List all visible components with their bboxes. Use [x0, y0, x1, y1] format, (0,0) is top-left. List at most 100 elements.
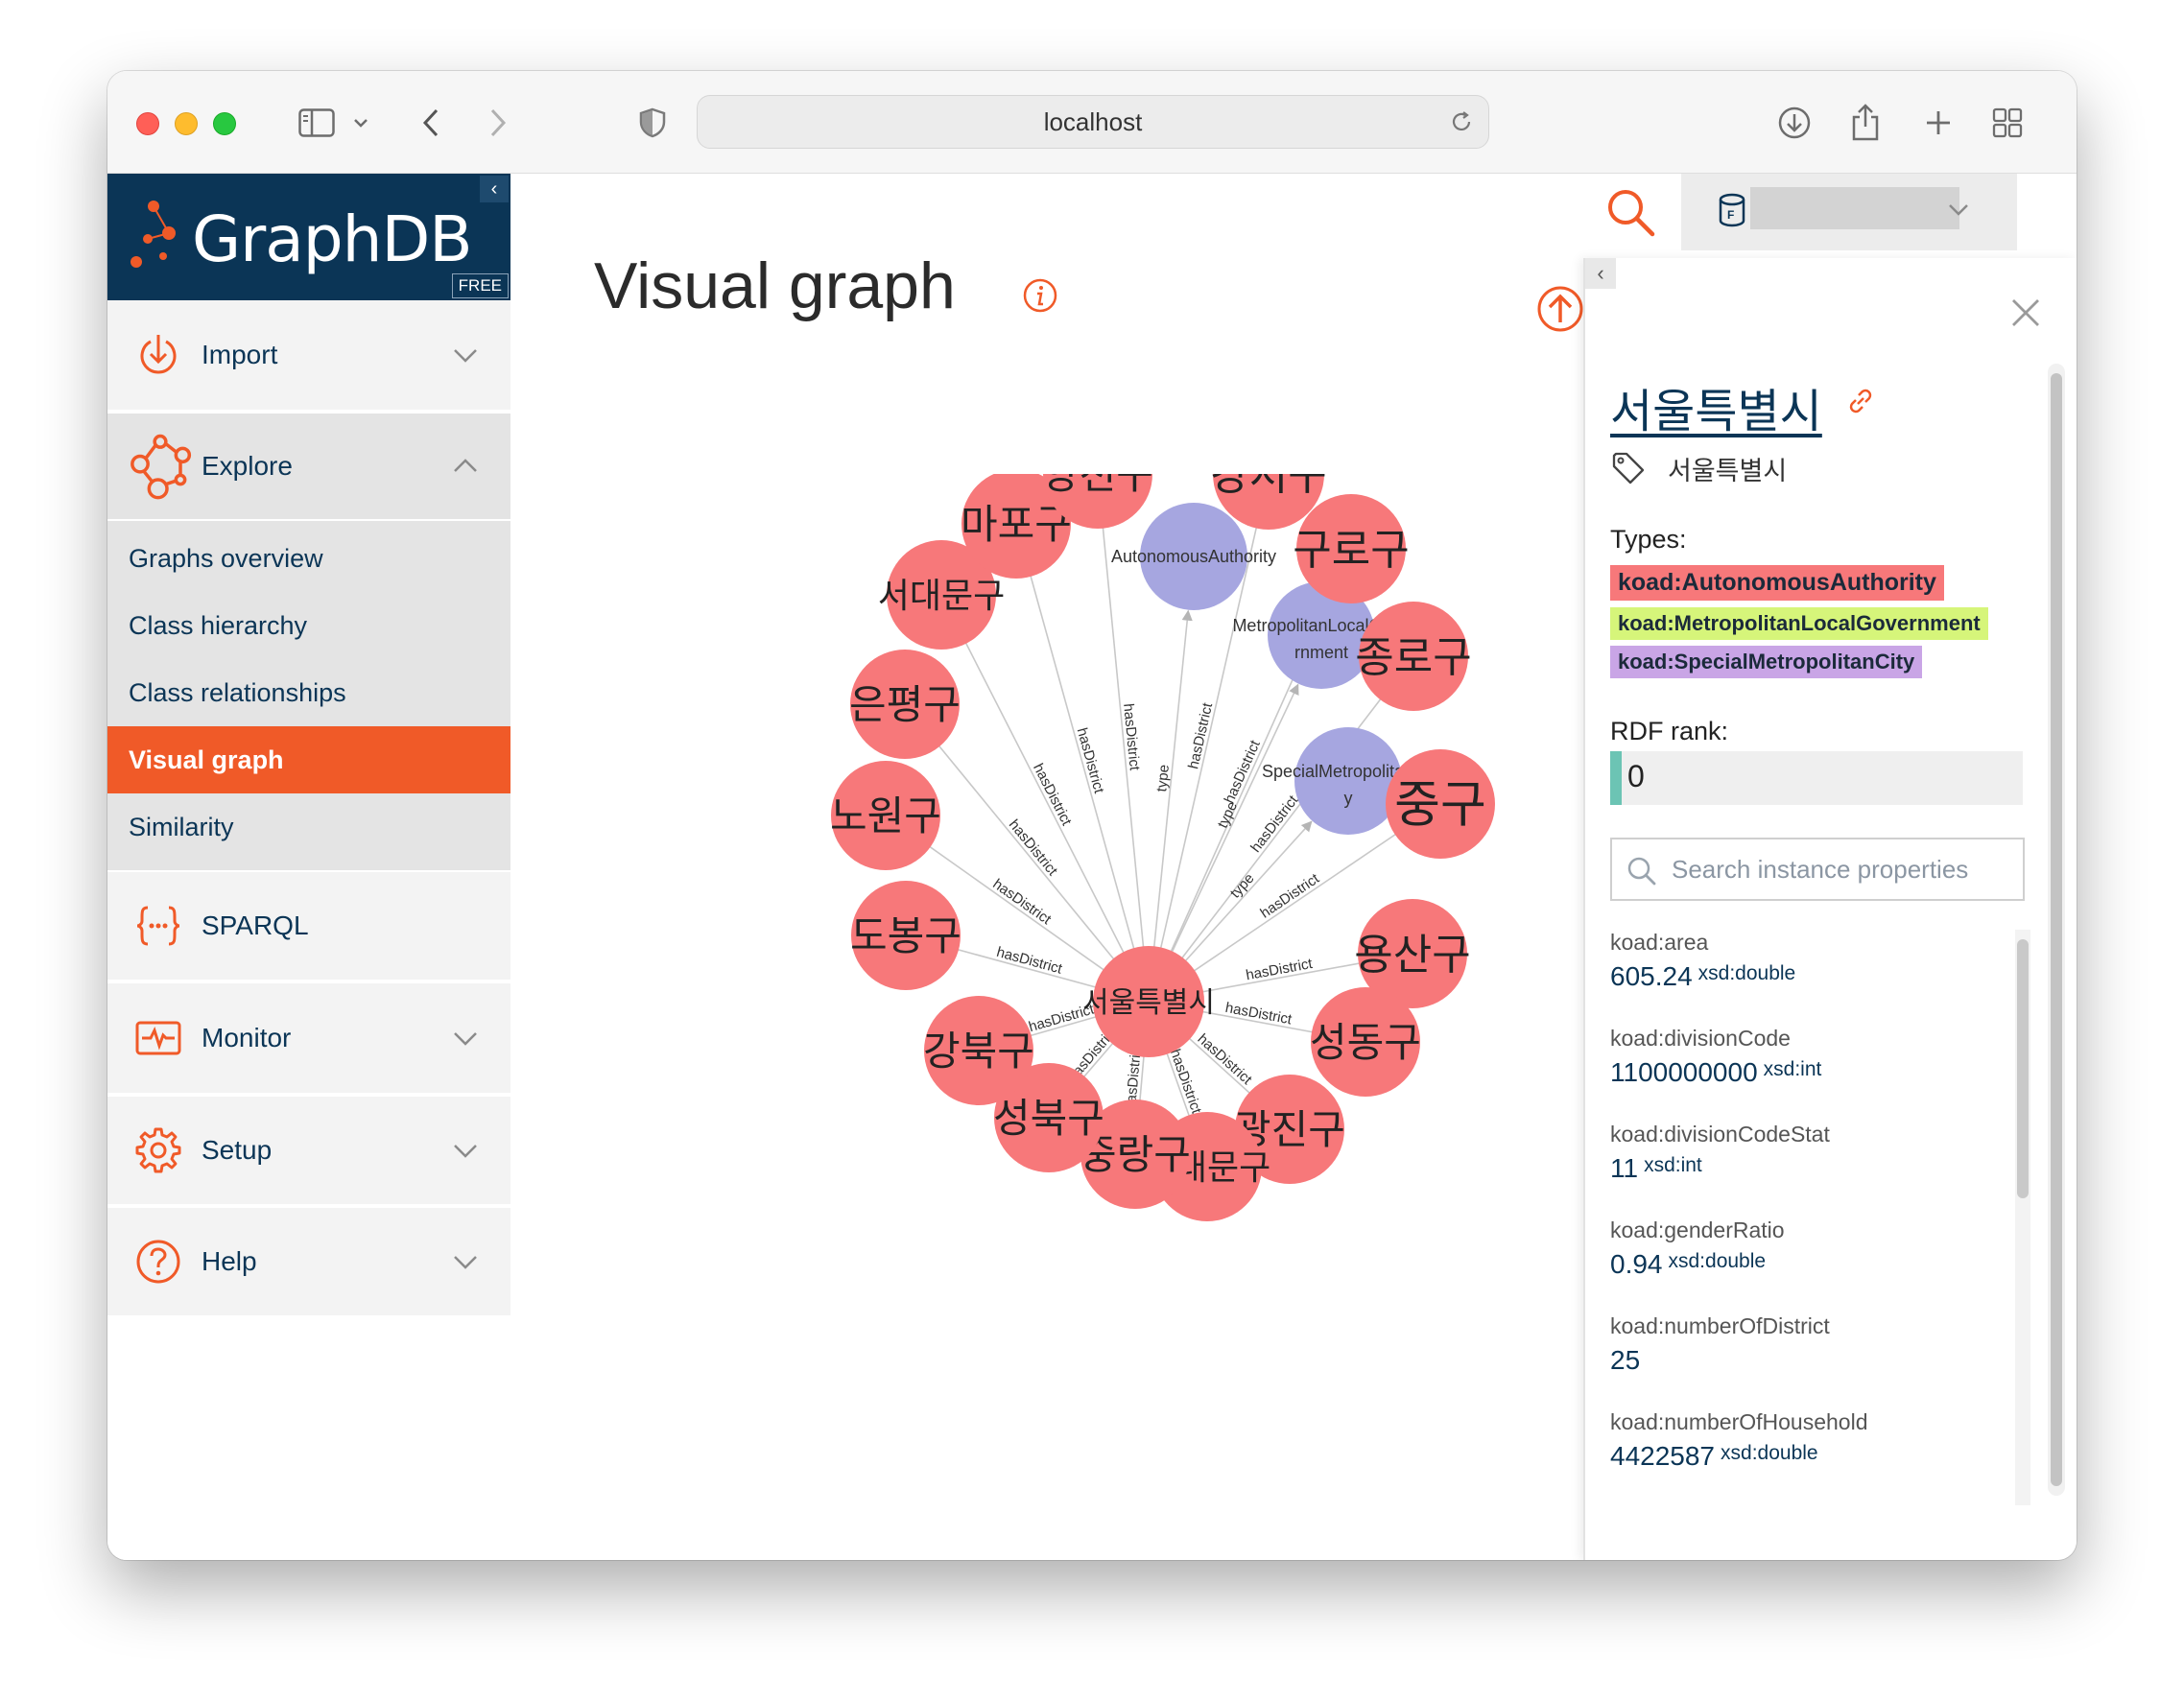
search-instance-properties-input[interactable]: Search instance properties: [1610, 838, 2025, 901]
node-label: 서울특별시: [1668, 457, 1788, 485]
search-placeholder: Search instance properties: [1672, 855, 1969, 884]
district-node[interactable]: 중구: [1386, 749, 1495, 859]
district-node-label: 구로구: [1293, 526, 1409, 575]
edge-label: hasDistrict: [1224, 1000, 1294, 1028]
visual-graph-canvas[interactable]: hasDistricthasDistricthasDistricthasDist…: [616, 474, 1633, 1443]
district-node-label: 성북구: [993, 1095, 1104, 1142]
property-value: 605.24: [1610, 961, 1693, 991]
district-node-label: 강북구: [923, 1028, 1034, 1075]
import-icon: [140, 335, 177, 374]
close-window-button[interactable]: [136, 112, 159, 135]
property-item: koad:genderRatio 0.94 xsd:double: [1610, 1217, 2013, 1280]
edge-label: hasDistrict: [989, 876, 1055, 929]
info-icon[interactable]: [1021, 276, 1059, 315]
node-title-link[interactable]: 서울특별시: [1610, 373, 1822, 440]
type-badge[interactable]: koad:AutonomousAuthority: [1610, 565, 1944, 601]
share-icon[interactable]: [1846, 100, 1885, 146]
rdf-rank-value: 0: [1627, 759, 1645, 793]
chevron-up-icon: [454, 459, 477, 472]
menu-setup[interactable]: Setup: [107, 1097, 510, 1206]
menu-sparql[interactable]: SPARQL: [107, 872, 510, 981]
menu-monitor[interactable]: Monitor: [107, 983, 510, 1095]
forward-icon[interactable]: [484, 100, 512, 146]
district-node[interactable]: 은평구: [849, 650, 961, 759]
menu-import[interactable]: Import: [107, 300, 510, 412]
repository-selector[interactable]: F: [1681, 174, 2017, 250]
property-item: koad:divisionCode 1100000000 xsd:int: [1610, 1026, 2013, 1088]
edge-label: hasDistrict: [1120, 703, 1143, 772]
panel-scrollbar[interactable]: [2048, 364, 2065, 1496]
edge-label: hasDistrict: [1030, 761, 1075, 829]
district-node-label: 중구: [1394, 777, 1486, 835]
database-icon: F: [1719, 193, 1745, 227]
district-node-label: 서대문구: [878, 577, 1005, 616]
edge-label: hasDistrict: [1257, 870, 1322, 922]
zoom-window-button[interactable]: [213, 112, 236, 135]
properties-scroll-thumb[interactable]: [2017, 939, 2029, 1198]
instance-properties-list: koad:area 605.24 xsd:double koad:division…: [1610, 930, 2013, 1534]
property-value: 0.94: [1610, 1249, 1663, 1279]
district-node[interactable]: 도봉구: [850, 881, 961, 990]
menu-help[interactable]: Help: [107, 1208, 510, 1317]
download-icon[interactable]: [1775, 100, 1814, 146]
menu-explore[interactable]: Explore: [107, 414, 510, 521]
properties-scrollbar[interactable]: [2015, 930, 2030, 1505]
new-tab-icon[interactable]: [1919, 100, 1958, 146]
district-node[interactable]: 노원구: [830, 761, 941, 870]
property-item: koad:numberOfHousehold 4422587 xsd:double: [1610, 1409, 2013, 1472]
edition-badge: FREE: [451, 273, 509, 298]
property-name: koad:divisionCodeStat: [1610, 1122, 1830, 1146]
type-badge[interactable]: koad:MetropolitanLocalGovernment: [1610, 607, 1988, 640]
property-datatype: xsd:int: [1644, 1153, 1702, 1176]
chevron-down-icon: [454, 1256, 477, 1269]
property-item: koad:area 605.24 xsd:double: [1610, 930, 2013, 992]
menu-help-label: Help: [202, 1246, 257, 1276]
district-node-label: 종로구: [1355, 633, 1471, 682]
address-bar[interactable]: localhost: [697, 95, 1489, 149]
gear-icon: [135, 1127, 181, 1173]
district-node-label: 은평구: [849, 681, 961, 728]
panel-scroll-thumb[interactable]: [2051, 373, 2062, 1486]
help-question-icon: [136, 1240, 180, 1284]
close-icon[interactable]: [2009, 296, 2042, 329]
property-datatype: xsd:int: [1763, 1057, 1822, 1080]
district-node-label: 강서구: [1210, 474, 1326, 500]
main-navigation: GraphDB FREE ‹ Import Explore Graphs ove…: [107, 174, 510, 1560]
menu-explore-label: Explore: [202, 451, 293, 481]
search-icon[interactable]: [1604, 186, 1658, 240]
nav-class-relationships[interactable]: Class relationships: [107, 659, 510, 726]
link-icon[interactable]: [1844, 385, 1877, 417]
panel-collapse-button[interactable]: ‹: [1585, 258, 1616, 289]
reload-icon[interactable]: [1450, 110, 1473, 133]
nav-graphs-overview[interactable]: Graphs overview: [107, 525, 510, 592]
tab-overview-icon[interactable]: [1988, 100, 2027, 146]
property-name: koad:numberOfDistrict: [1610, 1313, 1830, 1338]
property-item: koad:numberOfDistrict 25: [1610, 1313, 2013, 1376]
district-node-label: 양천구: [1042, 474, 1153, 498]
repository-name-redacted: [1750, 187, 1959, 229]
edge-label: hasDistrict: [1074, 726, 1107, 796]
type-badge[interactable]: koad:SpecialMetropolitanCity: [1610, 646, 1923, 678]
explore-graph-icon: [131, 434, 192, 500]
sidebar-toggle-icon[interactable]: [296, 100, 338, 146]
nav-visual-graph[interactable]: Visual graph: [107, 726, 510, 793]
upload-arrow-icon[interactable]: [1535, 284, 1585, 334]
district-node[interactable]: 강북구: [923, 996, 1034, 1105]
minimize-window-button[interactable]: [175, 112, 198, 135]
district-node[interactable]: 성동구: [1310, 987, 1421, 1097]
edge-label: hasDistrict: [995, 944, 1065, 978]
menu-monitor-label: Monitor: [202, 1023, 292, 1052]
privacy-shield-icon[interactable]: [637, 100, 668, 146]
sidebar-collapse-button[interactable]: ‹: [480, 176, 509, 202]
chevron-down-icon[interactable]: [351, 100, 370, 146]
rdf-rank-fill: [1610, 751, 1622, 805]
nav-similarity[interactable]: Similarity: [107, 793, 510, 861]
back-icon[interactable]: [416, 100, 445, 146]
edge-label: hasDistrict: [1167, 1047, 1205, 1116]
nav-class-hierarchy[interactable]: Class hierarchy: [107, 592, 510, 659]
menu-setup-label: Setup: [202, 1135, 273, 1165]
district-node-label: 도봉구: [850, 912, 961, 959]
edge-label: hasDistrict: [1195, 1030, 1256, 1088]
type-node-circle[interactable]: [1294, 727, 1402, 835]
graphdb-logo[interactable]: GraphDB FREE ‹: [107, 174, 510, 300]
